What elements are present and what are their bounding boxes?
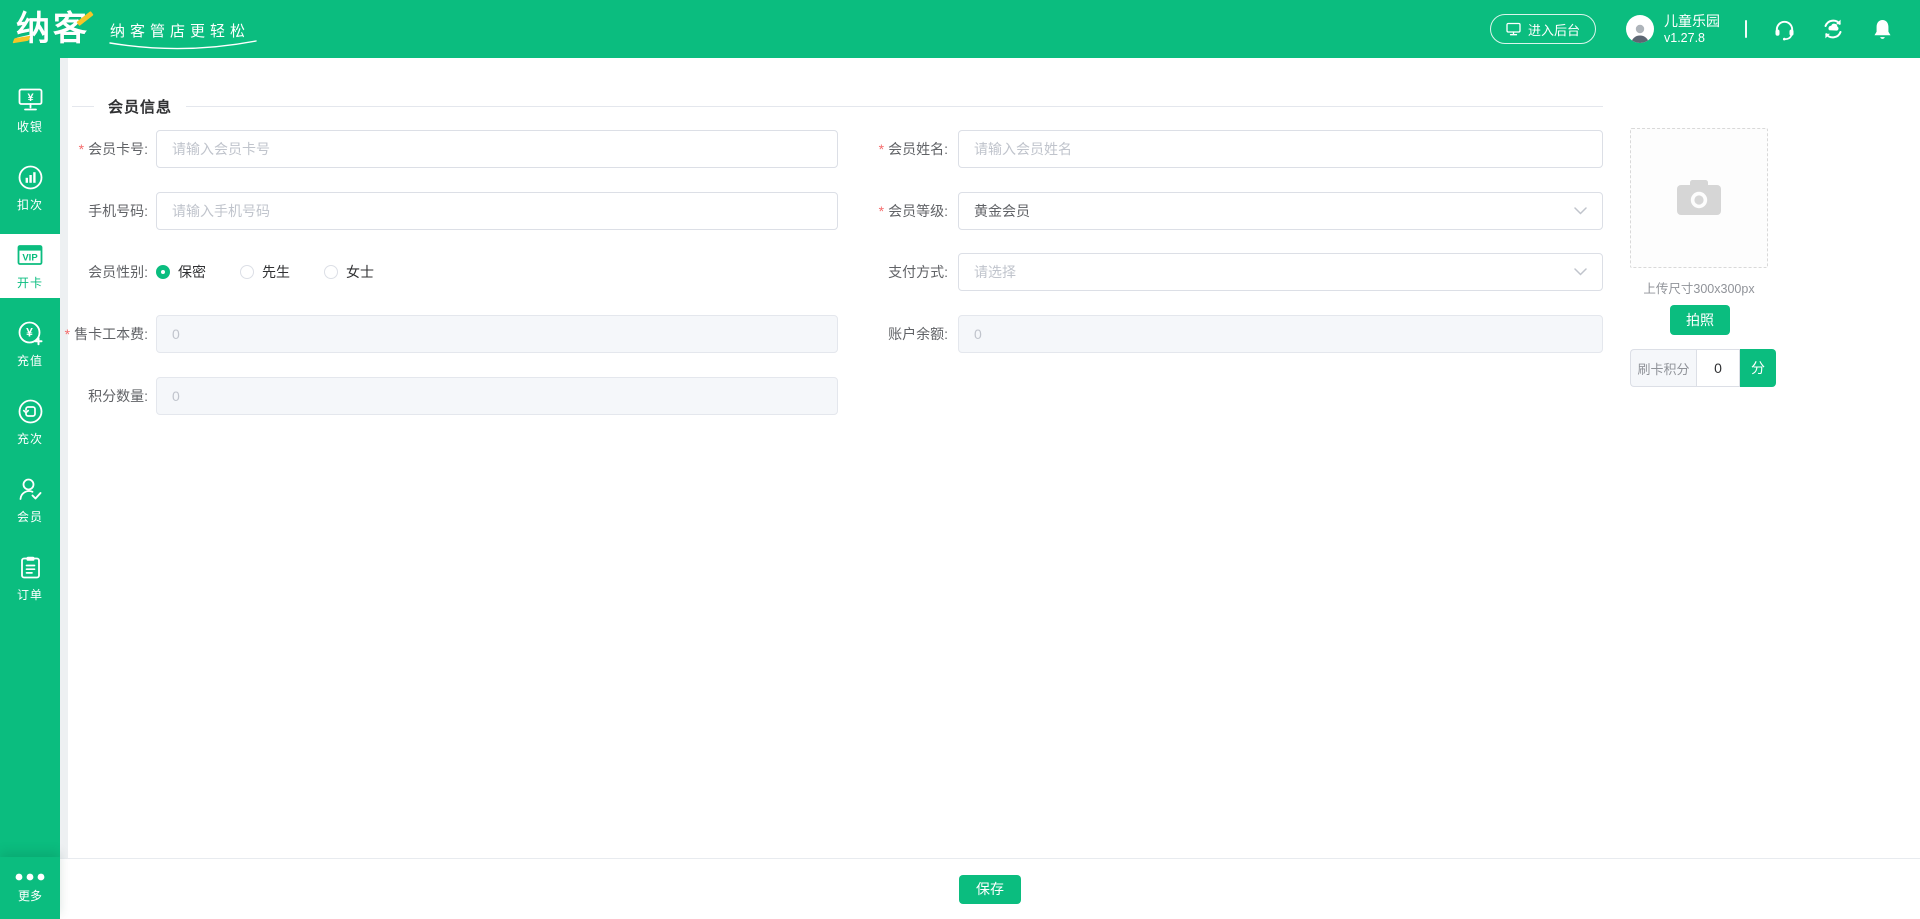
card-no-input[interactable] <box>156 130 838 168</box>
slogan-underline-swoosh <box>108 40 258 52</box>
bell-icon[interactable] <box>1870 17 1894 41</box>
member-level-label: * 会员等级: <box>790 192 948 230</box>
take-photo-button[interactable]: 拍照 <box>1670 305 1730 335</box>
order-list-icon <box>17 554 44 581</box>
phone-input[interactable] <box>156 192 838 230</box>
recharge-money-icon: ¥ <box>17 320 44 347</box>
radio-dot-icon <box>324 265 338 279</box>
store-name: 儿童乐园 <box>1664 12 1720 30</box>
avatar[interactable] <box>1626 15 1654 43</box>
brand-logo: 纳客 <box>16 12 90 46</box>
sidebar-item-label: 会员 <box>17 508 43 525</box>
sidebar-item-deduct-times[interactable]: 扣次 <box>0 156 60 220</box>
photo-upload-box[interactable] <box>1630 128 1768 268</box>
app-version: v1.27.8 <box>1664 30 1720 46</box>
deduct-times-icon <box>17 164 44 191</box>
payment-placeholder: 请选择 <box>974 262 1016 282</box>
enter-backend-label: 进入后台 <box>1528 20 1580 39</box>
member-name-input[interactable] <box>958 130 1603 168</box>
camera-icon <box>1675 178 1723 218</box>
balance-input <box>958 315 1603 353</box>
svg-text:VIP: VIP <box>22 252 38 263</box>
svg-text:¥: ¥ <box>27 91 34 103</box>
sidebar-item-recharge-times[interactable]: 充次 <box>0 390 60 454</box>
sync-icon[interactable] <box>1821 17 1845 41</box>
required-marker: * <box>879 203 884 219</box>
brand-slogan: 纳客管店更轻松 <box>110 18 250 41</box>
swipe-points-input[interactable] <box>1696 349 1740 387</box>
gender-radio-mr[interactable]: 先生 <box>240 262 290 282</box>
gender-radio-ms[interactable]: 女士 <box>324 262 374 282</box>
sidebar-item-label: 订单 <box>17 586 43 603</box>
sidebar-item-more[interactable]: 更多 <box>0 857 60 919</box>
radio-dot-icon <box>156 265 170 279</box>
ellipsis-icon <box>15 873 45 881</box>
header-right: 进入后台 儿童乐园 v1.27.8 <box>1490 12 1894 46</box>
monitor-icon <box>1506 22 1521 36</box>
sidebar-item-label: 扣次 <box>17 196 43 213</box>
store-info: 儿童乐园 v1.27.8 <box>1664 12 1720 46</box>
sidebar-item-cashier[interactable]: ¥ 收银 <box>0 78 60 142</box>
recharge-times-icon <box>17 398 44 425</box>
points-unit-button[interactable]: 分 <box>1740 349 1776 387</box>
balance-label: 账户余额: <box>790 315 948 353</box>
left-gutter <box>60 58 68 858</box>
sidebar-item-orders[interactable]: 订单 <box>0 546 60 610</box>
member-level-value: 黄金会员 <box>974 201 1030 221</box>
gender-radio-secret[interactable]: 保密 <box>156 262 206 282</box>
footer-bar: 保存 <box>60 858 1920 919</box>
payment-label: 支付方式: <box>790 253 948 291</box>
payment-select[interactable]: 请选择 <box>958 253 1603 291</box>
vip-card-icon: VIP <box>16 241 44 269</box>
card-fee-input <box>156 315 838 353</box>
chevron-down-icon <box>1574 207 1587 215</box>
save-button[interactable]: 保存 <box>959 875 1021 904</box>
required-marker: * <box>879 141 884 157</box>
sidebar-item-recharge[interactable]: ¥ 充值 <box>0 312 60 376</box>
cashier-monitor-icon: ¥ <box>17 86 44 113</box>
sidebar: ¥ 收银 扣次 VIP 开卡 ¥ 充值 <box>0 58 60 919</box>
sidebar-item-label: 收银 <box>17 118 43 135</box>
more-label: 更多 <box>18 887 42 904</box>
enter-backend-button[interactable]: 进入后台 <box>1490 14 1596 44</box>
points-input <box>156 377 838 415</box>
swipe-points-group: 刷卡积分 分 <box>1630 349 1776 387</box>
brand-slogan-text: 纳客管店更轻松 <box>110 23 250 40</box>
section-divider-right <box>186 106 1603 107</box>
required-marker: * <box>79 141 84 157</box>
section-divider-left <box>72 106 94 107</box>
headset-icon[interactable] <box>1772 17 1796 41</box>
sidebar-item-label: 开卡 <box>17 274 43 291</box>
member-level-select[interactable]: 黄金会员 <box>958 192 1603 230</box>
sidebar-item-label: 充值 <box>17 352 43 369</box>
top-header: 纳客 纳客管店更轻松 进入后台 儿童乐园 v1.27.8 <box>0 0 1920 58</box>
gender-radio-group: 保密 先生 女士 <box>156 253 374 291</box>
member-person-icon <box>17 476 44 503</box>
upload-size-hint: 上传尺寸300x300px <box>1610 278 1788 297</box>
required-marker: * <box>65 326 70 342</box>
sidebar-item-open-card[interactable]: VIP 开卡 <box>0 234 60 298</box>
member-name-label: * 会员姓名: <box>790 130 948 168</box>
section-title: 会员信息 <box>108 96 172 117</box>
sidebar-item-label: 充次 <box>17 430 43 447</box>
sidebar-item-members[interactable]: 会员 <box>0 468 60 532</box>
radio-dot-icon <box>240 265 254 279</box>
section-header: 会员信息 <box>72 96 1603 116</box>
person-icon <box>1629 21 1651 43</box>
chevron-down-icon <box>1574 268 1587 276</box>
swipe-points-label: 刷卡积分 <box>1630 349 1696 387</box>
svg-text:¥: ¥ <box>26 325 33 339</box>
header-divider <box>1745 20 1747 38</box>
